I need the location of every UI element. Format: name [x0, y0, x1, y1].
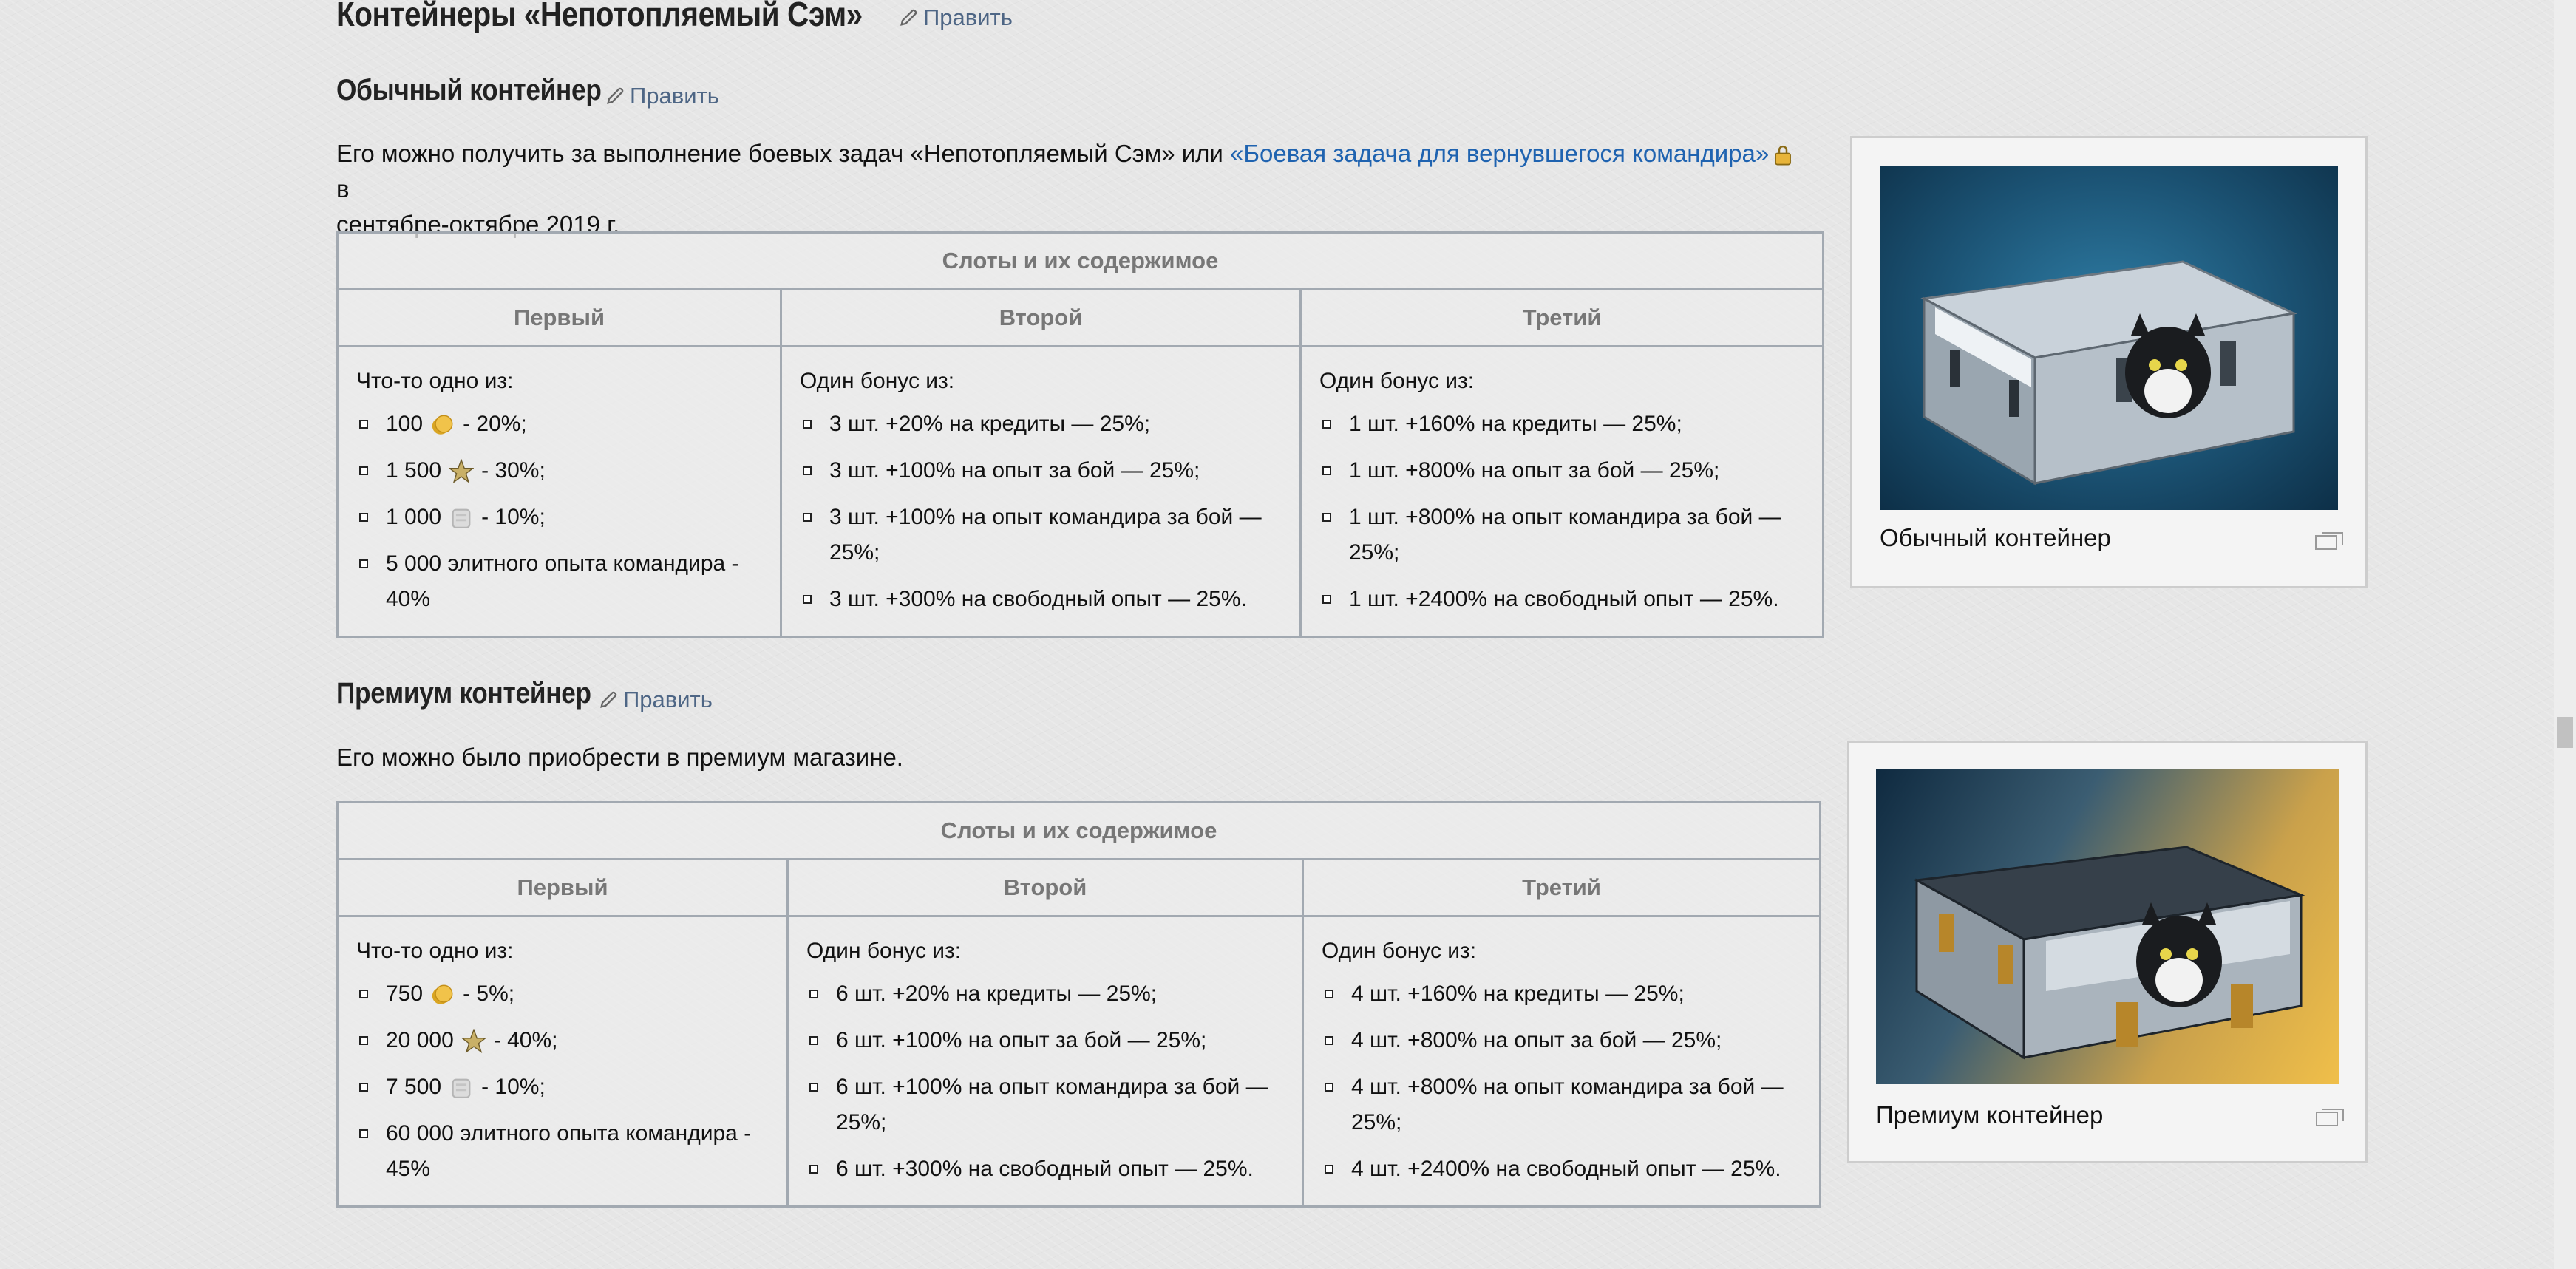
list-item: 6 шт. +20% на кредиты — 25%;	[806, 976, 1284, 1012]
regular-image-caption: Обычный контейнер	[1880, 524, 2111, 551]
slot-first-cell: Что-то одно из: 100- 20%; 1 500- 30%; 1 …	[336, 345, 782, 638]
list-item: 5 000 элитного опыта командира - 40%	[356, 546, 762, 617]
cell-title: Что-то одно из:	[356, 939, 514, 963]
regular-container-thumbnail: Обычный контейнер	[1850, 136, 2368, 588]
list-item: 7 500- 10%;	[356, 1069, 769, 1105]
cell-title: Один бонус из:	[1322, 939, 1477, 963]
list-item: 60 000 элитного опыта командира - 45%	[356, 1116, 769, 1187]
list-item: 3 шт. +300% на свободный опыт — 25%.	[800, 582, 1282, 617]
pencil-icon	[900, 9, 917, 26]
list-item: 1 шт. +160% на кредиты — 25%;	[1319, 406, 1804, 442]
slot-second-cell: Один бонус из: 3 шт. +20% на кредиты — 2…	[780, 345, 1302, 638]
list-item: 1 шт. +2400% на свободный опыт — 25%.	[1319, 582, 1804, 617]
regular-container-image[interactable]	[1880, 166, 2338, 510]
cell-title: Один бонус из:	[800, 369, 955, 393]
list-item: 3 шт. +100% на опыт за бой — 25%;	[800, 453, 1282, 489]
list-item: 3 шт. +100% на опыт командира за бой — 2…	[800, 500, 1282, 571]
edit-label: Править	[630, 83, 719, 109]
pencil-icon	[600, 691, 617, 708]
list-item: 4 шт. +800% на опыт командира за бой — 2…	[1322, 1069, 1801, 1140]
cell-title: Один бонус из:	[1319, 369, 1475, 393]
list-item: 4 шт. +800% на опыт за бой — 25%;	[1322, 1023, 1801, 1058]
cell-title: Что-то одно из:	[356, 369, 514, 393]
edit-link-regular[interactable]: Править	[605, 83, 719, 109]
regular-container-heading: Обычный контейнер	[336, 74, 602, 106]
page-scrollbar[interactable]	[2554, 0, 2576, 1269]
edit-label: Править	[923, 4, 1013, 30]
column-header-second: Второй	[780, 288, 1302, 347]
column-header-first: Первый	[336, 288, 782, 347]
table-caption: Слоты и их содержимое	[336, 231, 1824, 290]
edit-label: Править	[623, 687, 713, 712]
scrollbar-thumb[interactable]	[2557, 717, 2573, 748]
column-header-first: Первый	[336, 858, 789, 917]
premium-slots-table: Слоты и их содержимое Первый Второй Трет…	[336, 801, 1821, 1208]
column-header-third: Третий	[1299, 288, 1824, 347]
premium-container-thumbnail: Премиум контейнер	[1847, 741, 2368, 1163]
bond-icon	[452, 1078, 471, 1098]
free-xp-star-icon	[449, 459, 475, 484]
slot-first-cell: Что-то одно из: 750- 5%; 20 000- 40%; 7 …	[336, 915, 789, 1208]
list-item: 6 шт. +100% на опыт за бой — 25%;	[806, 1023, 1284, 1058]
list-item: 1 шт. +800% на опыт командира за бой — 2…	[1319, 500, 1804, 571]
edit-link-page[interactable]: Править	[898, 4, 1013, 31]
table-caption: Слоты и их содержимое	[336, 801, 1821, 860]
list-item: 750- 5%;	[356, 976, 769, 1012]
enlarge-icon[interactable]	[2315, 1106, 2345, 1127]
intro-after-link: в	[336, 175, 350, 203]
pencil-icon	[607, 87, 624, 104]
regular-intro: Его можно получить за выполнение боевых …	[336, 136, 1815, 242]
regular-slots-table: Слоты и их содержимое Первый Второй Трет…	[336, 231, 1824, 638]
premium-container-heading: Премиум контейнер	[336, 677, 591, 710]
free-xp-star-icon	[461, 1029, 486, 1054]
list-item: 1 500- 30%;	[356, 453, 762, 489]
return-commander-task-link[interactable]: «Боевая задача для вернувшегося командир…	[1230, 140, 1769, 167]
list-item: 6 шт. +300% на свободный опыт — 25%.	[806, 1151, 1284, 1187]
list-item: 20 000- 40%;	[356, 1023, 769, 1058]
bond-icon	[452, 508, 471, 528]
list-item: 1 000- 10%;	[356, 500, 762, 535]
slot-second-cell: Один бонус из: 6 шт. +20% на кредиты — 2…	[786, 915, 1304, 1208]
list-item: 1 шт. +800% на опыт за бой — 25%;	[1319, 453, 1804, 489]
column-header-third: Третий	[1302, 858, 1821, 917]
gold-icon	[432, 415, 453, 435]
premium-container-image[interactable]	[1876, 769, 2339, 1084]
premium-image-caption: Премиум контейнер	[1876, 1101, 2104, 1129]
list-item: 4 шт. +160% на кредиты — 25%;	[1322, 976, 1801, 1012]
column-header-second: Второй	[786, 858, 1304, 917]
edit-link-premium[interactable]: Править	[598, 687, 713, 713]
cell-title: Один бонус из:	[806, 939, 962, 963]
gold-icon	[432, 984, 453, 1004]
intro-text: Его можно получить за выполнение боевых …	[336, 140, 1231, 167]
list-item: 6 шт. +100% на опыт командира за бой — 2…	[806, 1069, 1284, 1140]
premium-intro: Его можно было приобрести в премиум мага…	[336, 744, 903, 771]
list-item: 3 шт. +20% на кредиты — 25%;	[800, 406, 1282, 442]
enlarge-icon[interactable]	[2314, 530, 2344, 551]
lock-icon	[1775, 146, 1792, 166]
list-item: 4 шт. +2400% на свободный опыт — 25%.	[1322, 1151, 1801, 1187]
page-title: Контейнеры «Непотопляемый Сэм»	[336, 0, 863, 33]
slot-third-cell: Один бонус из: 4 шт. +160% на кредиты — …	[1302, 915, 1821, 1208]
list-item: 100- 20%;	[356, 406, 762, 442]
slot-third-cell: Один бонус из: 1 шт. +160% на кредиты — …	[1299, 345, 1824, 638]
